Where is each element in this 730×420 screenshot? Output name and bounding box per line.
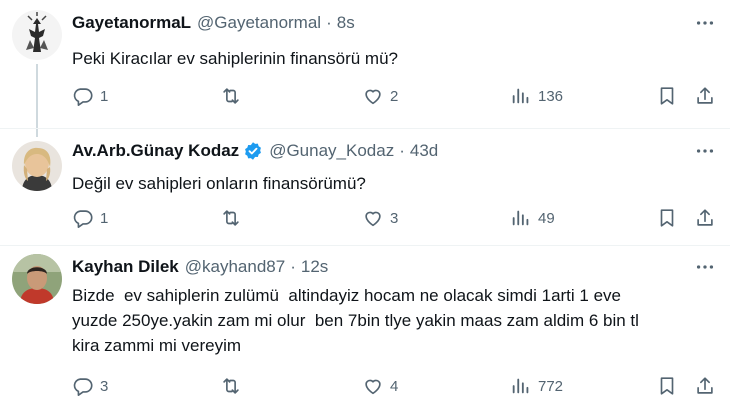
- tweet-3[interactable]: Kayhan Dilek @kayhand87 · 12s Bizde ev s…: [0, 245, 730, 420]
- reply-button[interactable]: 3: [72, 374, 108, 398]
- action-bar: 3 4 772: [72, 374, 720, 398]
- timestamp[interactable]: 8s: [337, 13, 355, 33]
- tweet-text-line: Bizde ev sahiplerin zulümü altindayiz ho…: [72, 286, 621, 305]
- separator: ·: [290, 257, 296, 276]
- thread-line: [36, 129, 38, 137]
- separator: ·: [326, 13, 332, 32]
- thread-line: [36, 64, 38, 128]
- timestamp[interactable]: 43d: [410, 141, 438, 161]
- views-button[interactable]: 772: [510, 374, 563, 398]
- retweet-icon: [223, 378, 239, 394]
- tweet-text: Peki Kiracılar ev sahiplerinin finansörü…: [72, 49, 398, 68]
- more-icon[interactable]: [694, 256, 716, 278]
- reply-icon: [73, 88, 93, 106]
- views-icon: [512, 210, 529, 226]
- retweet-icon: [223, 210, 239, 226]
- more-icon[interactable]: [694, 12, 716, 34]
- tweet-text: Değil ev sahipleri onların finansörümü?: [72, 174, 366, 193]
- action-bar: 1 2 136: [72, 84, 720, 108]
- tweet-header: GayetanormaL @Gayetanormal · 8s: [72, 12, 718, 34]
- retweet-button[interactable]: [220, 374, 248, 398]
- user-handle[interactable]: @kayhand87: [185, 257, 285, 277]
- display-name[interactable]: Kayhan Dilek: [72, 257, 179, 277]
- retweet-button[interactable]: [220, 84, 248, 108]
- reply-icon: [73, 378, 93, 396]
- action-bar: 1 3 49: [72, 206, 720, 230]
- retweet-icon: [223, 88, 239, 104]
- user-handle[interactable]: @Gunay_Kodaz: [269, 141, 394, 161]
- bookmark-icon: [660, 377, 674, 395]
- like-count: 2: [390, 87, 399, 105]
- reply-count: 3: [100, 377, 109, 395]
- tweet-2[interactable]: Av.Arb.Günay Kodaz @Gunay_Kodaz · 43d De…: [0, 128, 730, 245]
- reply-count: 1: [100, 87, 109, 105]
- like-button[interactable]: 4: [362, 374, 398, 398]
- avatar[interactable]: [12, 10, 62, 60]
- reply-icon: [73, 210, 93, 228]
- bookmark-icon: [660, 87, 674, 105]
- tweet-text-line: yuzde 250ye.yakin zam mi olur ben 7bin t…: [72, 311, 639, 330]
- share-icon: [697, 87, 713, 104]
- avatar[interactable]: [12, 254, 62, 304]
- share-button[interactable]: [694, 206, 716, 230]
- heart-icon: [365, 211, 381, 227]
- view-count: 49: [538, 209, 555, 227]
- reply-button[interactable]: 1: [72, 206, 108, 230]
- reply-count: 1: [100, 209, 109, 227]
- bookmark-button[interactable]: [656, 374, 678, 398]
- display-name[interactable]: GayetanormaL: [72, 13, 191, 33]
- timestamp[interactable]: 12s: [301, 257, 328, 277]
- more-icon[interactable]: [694, 140, 716, 162]
- verified-badge-icon: [245, 142, 262, 160]
- like-count: 3: [390, 209, 399, 227]
- user-handle[interactable]: @Gayetanormal: [197, 13, 321, 33]
- tweet-header: Kayhan Dilek @kayhand87 · 12s: [72, 256, 718, 278]
- display-name[interactable]: Av.Arb.Günay Kodaz: [72, 141, 239, 161]
- like-count: 4: [390, 377, 399, 395]
- avatar[interactable]: [12, 141, 62, 191]
- bookmark-button[interactable]: [656, 206, 678, 230]
- views-button[interactable]: 49: [510, 206, 555, 230]
- heart-icon: [365, 379, 381, 395]
- share-icon: [697, 209, 713, 226]
- tweet-text: Bizde ev sahiplerin zulümü altindayiz ho…: [72, 283, 710, 358]
- bookmark-icon: [660, 209, 674, 227]
- views-button[interactable]: 136: [510, 84, 563, 108]
- like-button[interactable]: 2: [362, 84, 398, 108]
- view-count: 772: [538, 377, 564, 395]
- tweet-1[interactable]: GayetanormaL @Gayetanormal · 8s Peki Kir…: [0, 0, 730, 128]
- tweet-text-line: kira zammi mi vereyim: [72, 336, 242, 355]
- separator: ·: [399, 141, 405, 160]
- views-icon: [512, 88, 529, 104]
- view-count: 136: [538, 87, 564, 105]
- share-icon: [697, 377, 713, 394]
- tweet-header: Av.Arb.Günay Kodaz @Gunay_Kodaz · 43d: [72, 140, 718, 162]
- heart-icon: [365, 89, 381, 105]
- share-button[interactable]: [694, 374, 716, 398]
- reply-button[interactable]: 1: [72, 84, 108, 108]
- retweet-button[interactable]: [220, 206, 248, 230]
- like-button[interactable]: 3: [362, 206, 398, 230]
- views-icon: [512, 378, 529, 394]
- bookmark-button[interactable]: [656, 84, 678, 108]
- share-button[interactable]: [694, 84, 716, 108]
